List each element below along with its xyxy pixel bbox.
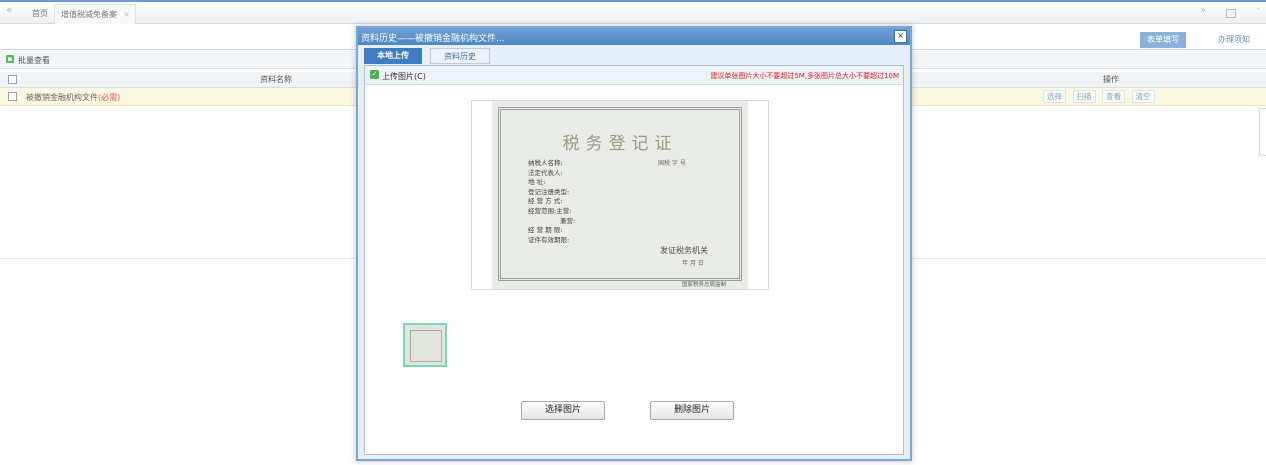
tab-home[interactable]: 首页 (26, 4, 54, 23)
image-thumbnail[interactable] (403, 323, 447, 367)
choose-button[interactable]: 选择 (1043, 90, 1066, 103)
column-header-ops: 操作 (1103, 75, 1119, 84)
certificate-field: 兼营: (560, 216, 576, 225)
tab-form-fill[interactable]: 表单填写 (1140, 32, 1186, 48)
scan-button[interactable]: 扫描 (1072, 90, 1096, 103)
batch-view-button[interactable]: 批量查看 (18, 55, 50, 66)
scroll-left-icon[interactable]: « (6, 5, 12, 16)
required-tag: (必需) (98, 93, 121, 102)
batch-view-icon[interactable]: ▪ (6, 55, 14, 63)
certificate-field: 地 址: (528, 178, 546, 187)
upload-bar: ✓ 上传图片(C) 建议单张图片大小不要超过5M,多张图片总大小不要超过10M (365, 66, 903, 85)
tab-guide[interactable]: 办理须知 (1206, 32, 1262, 48)
thumbnail-frame (410, 330, 442, 362)
dialog-title: 资料历史——被撤销金融机构文件... (361, 34, 505, 44)
certificate-fields: 纳税人名称: 法定代表人: 地 址: 登记注册类型: 经 营 方 式: 经营范围… (528, 159, 575, 245)
row-actions: 选择 扫描 查看 清空 (1043, 90, 1159, 103)
material-history-dialog: 资料历史——被撤销金融机构文件... × 本地上传 资料历史 ✓ 上传图片(C)… (356, 26, 912, 461)
select-all-checkbox[interactable] (8, 75, 17, 84)
delete-image-button[interactable]: 删除图片 (650, 401, 734, 420)
row-checkbox[interactable] (8, 92, 17, 101)
certificate-office: 发证税务机关 (660, 246, 708, 255)
side-panel-handle[interactable] (1259, 108, 1266, 156)
scroll-right-icon[interactable]: » (1200, 5, 1206, 16)
certificate-title: 税务登记证 (562, 134, 678, 154)
certificate-date: 年 月 日 (682, 260, 704, 267)
top-tab-bar: « 首页 增值税减免备案 × » · (0, 0, 1266, 24)
certificate-field: 法定代表人: (528, 168, 563, 177)
upload-panel: ✓ 上传图片(C) 建议单张图片大小不要超过5M,多张图片总大小不要超过10M … (364, 65, 904, 455)
clear-button[interactable]: 清空 (1131, 90, 1155, 103)
tab-vat-relief-filing-label: 增值税减免备案 (61, 10, 117, 19)
tab-local-upload[interactable]: 本地上传 (364, 48, 422, 64)
certificate-field: 经 营 期 限: (528, 226, 563, 235)
material-name: 被撤销金融机构文件(必需) (26, 92, 120, 103)
tax-certificate-image: 税务登记证 国税 字 号 纳税人名称: 法定代表人: 地 址: 登记注册类型: … (492, 101, 748, 289)
restore-window-icon[interactable] (1226, 9, 1236, 18)
material-name-text: 被撤销金融机构文件 (26, 93, 98, 102)
select-image-button[interactable]: 选择图片 (521, 401, 605, 420)
image-preview: 税务登记证 国税 字 号 纳税人名称: 法定代表人: 地 址: 登记注册类型: … (471, 100, 769, 290)
certificate-field: 证件有效期限: (528, 235, 570, 244)
more-icon[interactable]: · (1257, 4, 1260, 15)
close-icon[interactable]: × (894, 30, 907, 43)
close-tab-icon[interactable]: × (123, 5, 130, 24)
certificate-footer: 国家税务总局监制 (682, 282, 727, 288)
tab-material-history[interactable]: 资料历史 (430, 48, 490, 64)
view-button[interactable]: 查看 (1102, 90, 1126, 103)
tab-vat-relief-filing[interactable]: 增值税减免备案 × (54, 4, 136, 24)
certificate-number: 国税 字 号 (658, 160, 686, 167)
size-hint: 建议单张图片大小不要超过5M,多张图片总大小不要超过10M (710, 72, 899, 80)
dialog-titlebar[interactable]: 资料历史——被撤销金融机构文件... × (358, 28, 910, 45)
upload-image-label[interactable]: 上传图片(C) (382, 71, 426, 82)
certificate-field: 经营范围:主营: (528, 206, 572, 215)
check-icon: ✓ (370, 70, 379, 79)
certificate-field: 登记注册类型: (528, 187, 570, 196)
certificate-field: 纳税人名称: (528, 159, 563, 167)
column-header-name: 资料名称 (260, 75, 292, 84)
certificate-field: 经 营 方 式: (528, 197, 563, 206)
